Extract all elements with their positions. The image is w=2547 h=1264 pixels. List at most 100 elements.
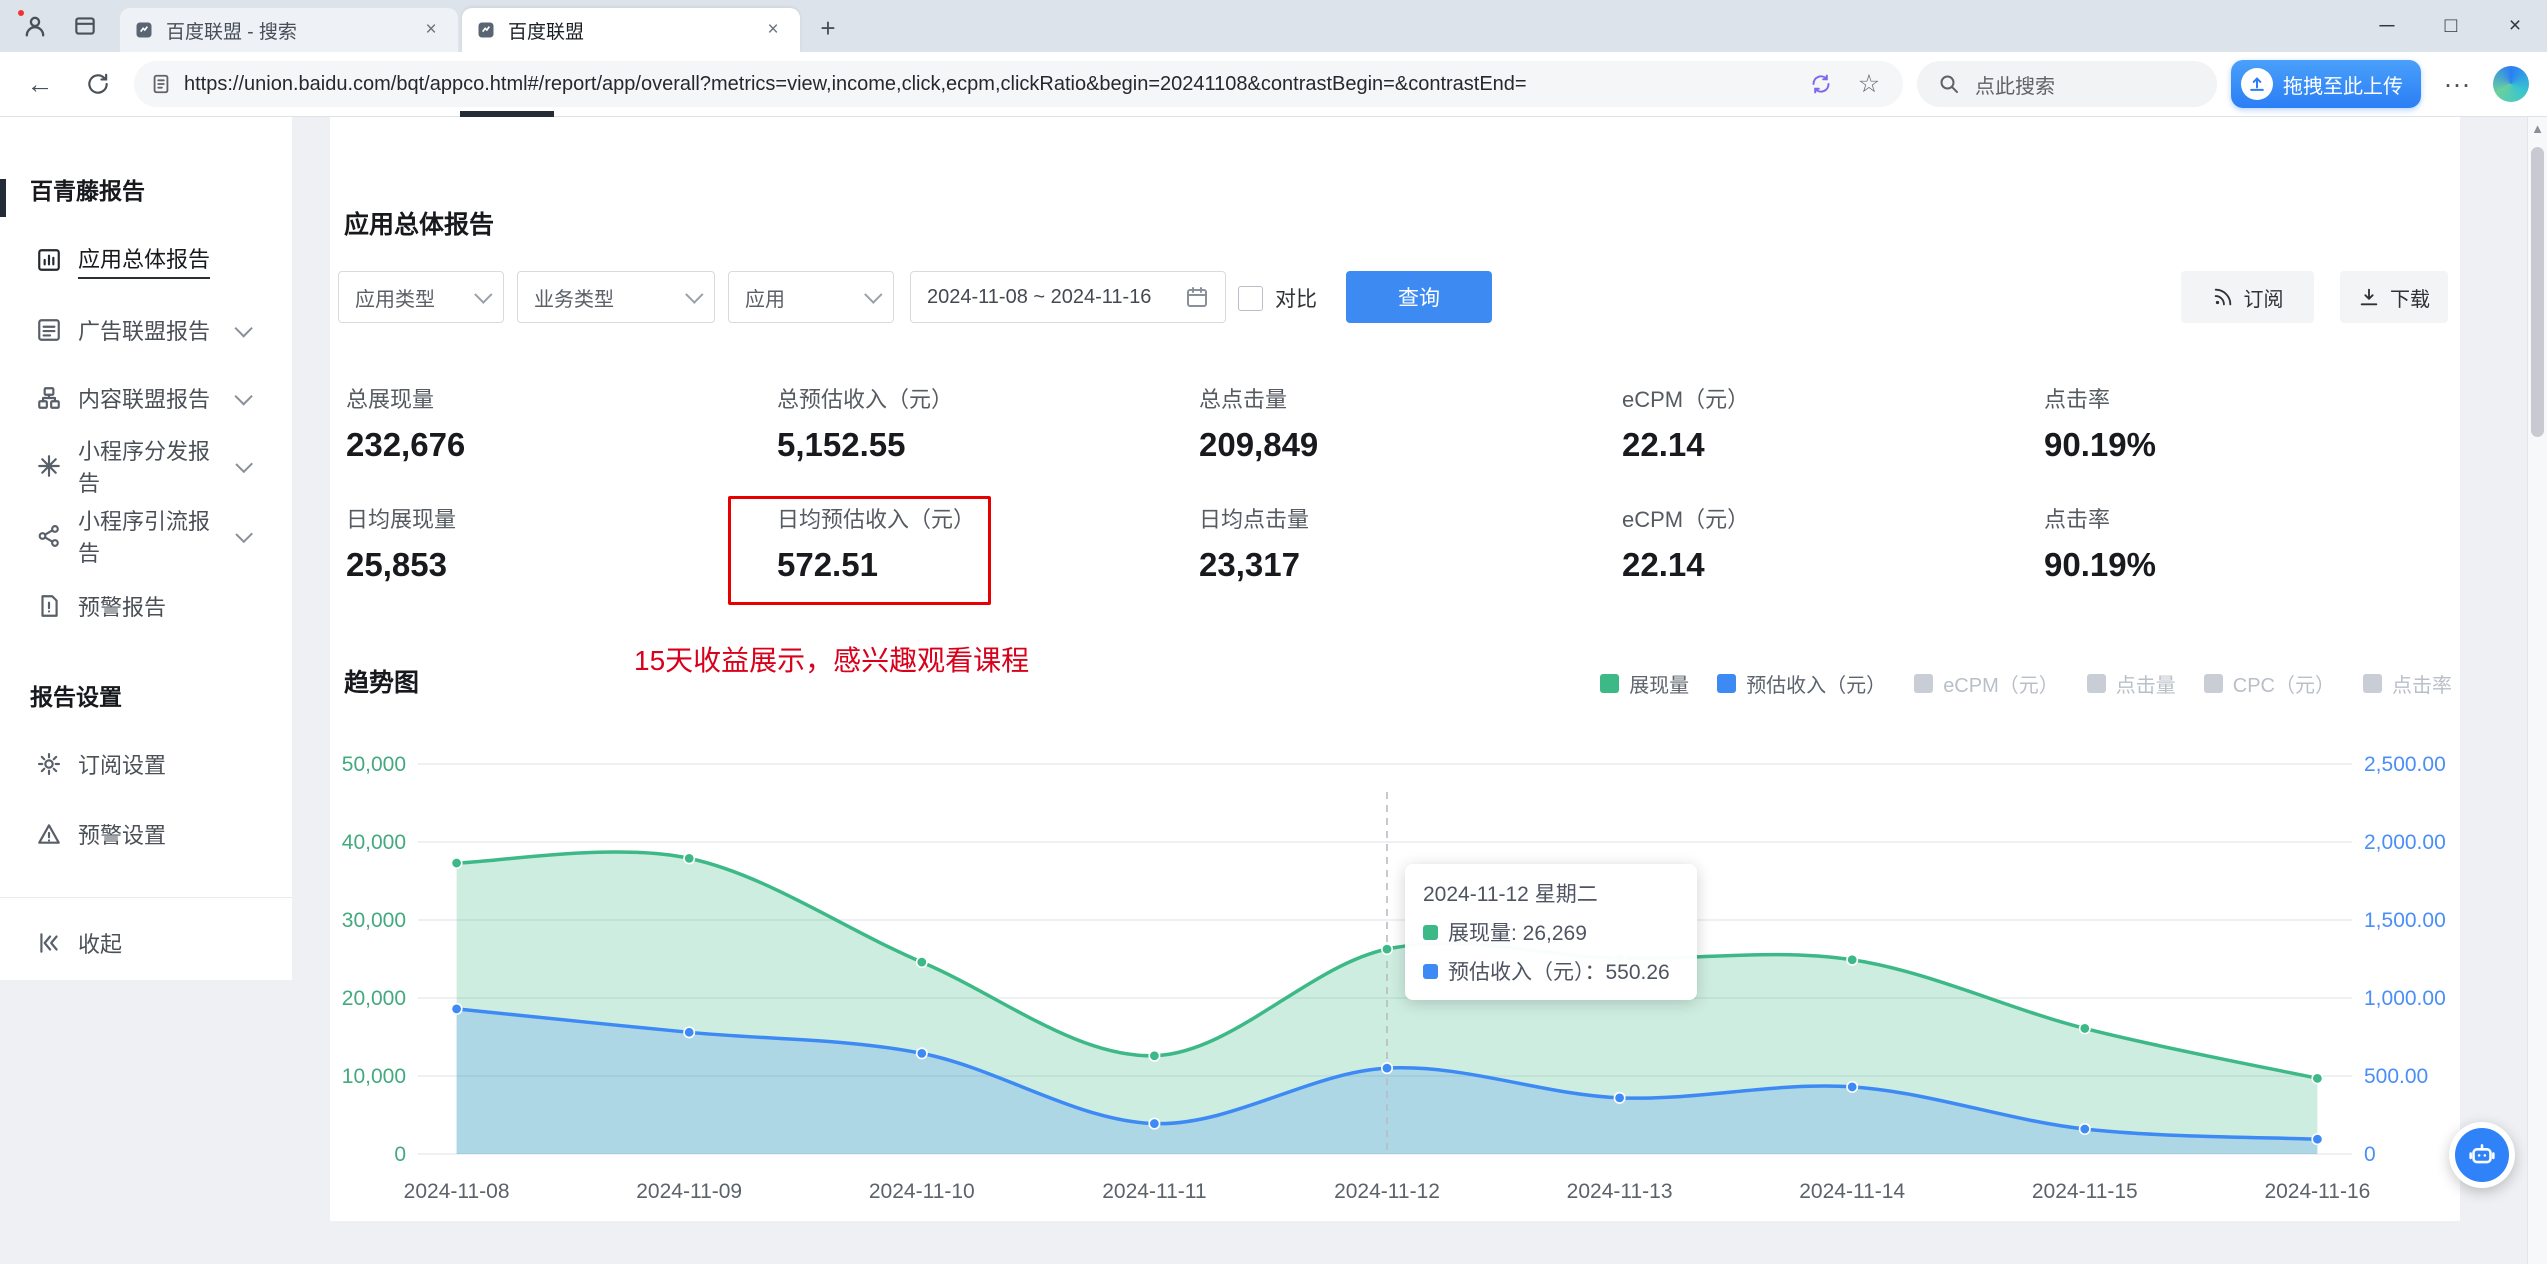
download-icon — [2360, 288, 2378, 306]
report-main-card: 应用总体报告 应用类型 业务类型 应用 2024-11-08 ~ 2024-11… — [330, 117, 2460, 1221]
tab-close-icon[interactable]: × — [418, 17, 444, 43]
legend-item-impressions[interactable]: 展现量 — [1600, 669, 1689, 698]
legend-item-cpc[interactable]: CPC（元） — [2203, 669, 2335, 698]
tooltip-marker — [1423, 924, 1438, 940]
chevron-down-icon — [234, 386, 253, 406]
stat-total-revenue: 总预估收入（元） 5,152.55 — [777, 387, 954, 463]
document-lines-icon — [38, 319, 60, 341]
tab-close-icon[interactable]: × — [760, 17, 786, 43]
browser-tab-bar: 百度联盟 - 搜索 × 百度联盟 × + ─ □ × — [0, 0, 2547, 52]
chart-tooltip: 2024-11-12 星期二 展现量: 26,269 预估收入（元）：550.2… — [1405, 864, 1697, 1000]
sidebar-item-app-overall-report[interactable]: 应用总体报告 — [0, 232, 292, 288]
tooltip-row-impressions: 展现量: 26,269 — [1423, 917, 1679, 947]
browser-tab-1[interactable]: 百度联盟 - 搜索 × — [120, 8, 458, 52]
profile-avatar-icon[interactable] — [16, 8, 52, 43]
maximize-button[interactable]: □ — [2419, 0, 2483, 52]
legend-swatch — [2203, 674, 2223, 693]
sidebar-item-alert-report[interactable]: 预警报告 — [0, 578, 292, 634]
tab-title: 百度联盟 - 搜索 — [166, 21, 297, 43]
svg-text:30,000: 30,000 — [342, 909, 406, 932]
trend-chart-title: 趋势图 — [344, 669, 420, 697]
svg-text:2,000.00: 2,000.00 — [2364, 831, 2446, 854]
chart-legend: 展现量 预估收入（元） eCPM（元） 点击量 CPC（元） 点击率 — [1600, 669, 2452, 698]
scrollbar-thumb[interactable] — [2531, 147, 2544, 437]
checkbox-unchecked[interactable] — [1238, 285, 1263, 311]
sidebar-item-content-union-report[interactable]: 内容联盟报告 — [0, 370, 292, 426]
legend-item-ecpm[interactable]: eCPM（元） — [1914, 669, 2059, 698]
legend-item-revenue[interactable]: 预估收入（元） — [1717, 669, 1886, 698]
svg-text:2024-11-13: 2024-11-13 — [1567, 1180, 1673, 1203]
refresh-button[interactable] — [76, 62, 120, 106]
svg-text:2024-11-10: 2024-11-10 — [869, 1180, 975, 1203]
upload-cloud-icon — [2241, 68, 2273, 100]
svg-text:2024-11-12: 2024-11-12 — [1334, 1180, 1440, 1203]
date-range-picker[interactable]: 2024-11-08 ~ 2024-11-16 — [910, 271, 1226, 323]
drag-upload-button[interactable]: 拖拽至此上传 — [2231, 60, 2421, 108]
search-box[interactable]: 点此搜索 — [1917, 61, 2217, 107]
app-type-select[interactable]: 应用类型 — [338, 271, 504, 323]
legend-item-clicks[interactable]: 点击量 — [2086, 669, 2176, 698]
more-menu-icon[interactable]: ··· — [2435, 62, 2479, 106]
scrollbar-up-arrow[interactable]: ▲ — [2528, 121, 2547, 136]
tooltip-date: 2024-11-12 星期二 — [1423, 883, 1598, 906]
back-button[interactable]: ← — [18, 62, 62, 106]
svg-text:20,000: 20,000 — [342, 987, 406, 1010]
svg-text:2024-11-14: 2024-11-14 — [1799, 1180, 1905, 1203]
gear-icon — [37, 752, 61, 776]
browser-tab-2-active[interactable]: 百度联盟 × — [462, 8, 800, 52]
sidebar-item-miniprogram-distribution-report[interactable]: 小程序分发报告 — [0, 438, 292, 496]
chevron-down-icon — [235, 454, 253, 473]
tab-actions-icon[interactable] — [68, 9, 102, 43]
date-range-value: 2024-11-08 ~ 2024-11-16 — [927, 285, 1152, 308]
subscribe-button[interactable]: 订阅 — [2181, 271, 2314, 323]
new-tab-button[interactable]: + — [808, 8, 848, 48]
sidebar: 百青藤报告 应用总体报告 广告联盟报告 内容联盟报告 小程序分发报告 小程序引流… — [0, 117, 292, 980]
chart-report-icon — [38, 249, 60, 271]
svg-text:40,000: 40,000 — [342, 831, 406, 854]
sidebar-item-miniprogram-referral-report[interactable]: 小程序引流报告 — [0, 508, 292, 566]
notification-dot — [16, 8, 26, 18]
copilot-icon[interactable] — [2493, 66, 2529, 102]
app-select[interactable]: 应用 — [728, 271, 894, 323]
trend-chart-svg[interactable]: 0 10,000 20,000 30,000 40,000 50,000 0 500.00 1,… — [330, 727, 2452, 1221]
svg-text:10,000: 10,000 — [342, 1065, 406, 1088]
url-field[interactable]: https://union.baidu.com/bqt/appco.html#/… — [134, 61, 1903, 107]
customer-service-widget[interactable] — [2449, 1122, 2515, 1188]
stat-daily-ecpm: eCPM（元） 22.14 — [1622, 507, 1750, 583]
legend-item-ctr[interactable]: 点击率 — [2363, 669, 2452, 698]
stat-total-clicks: 总点击量 209,849 — [1199, 387, 1319, 463]
download-button[interactable]: 下载 — [2340, 271, 2448, 323]
chevron-down-icon — [235, 524, 253, 543]
tooltip-marker — [1423, 963, 1438, 979]
sidebar-item-alert-settings[interactable]: 预警设置 — [0, 806, 292, 862]
sidebar-section-report-settings: 报告设置 — [30, 684, 122, 710]
sidebar-item-ad-union-report[interactable]: 广告联盟报告 — [0, 302, 292, 358]
legend-swatch — [1600, 674, 1620, 693]
svg-text:2024-11-08: 2024-11-08 — [404, 1180, 510, 1203]
sidebar-divider — [0, 897, 292, 898]
alert-document-icon — [41, 595, 58, 617]
site-info-icon[interactable] — [150, 73, 172, 95]
collapse-arrows-icon — [40, 933, 58, 953]
minimize-button[interactable]: ─ — [2355, 0, 2419, 52]
url-text[interactable]: https://union.baidu.com/bqt/appco.html#/… — [184, 73, 1791, 96]
business-type-select[interactable]: 业务类型 — [517, 271, 715, 323]
page-scrollbar[interactable]: ▲ — [2527, 117, 2547, 1264]
tab-favicon — [136, 22, 152, 38]
asterisk-icon — [38, 455, 60, 477]
stat-daily-clicks: 日均点击量 23,317 — [1199, 507, 1310, 583]
sidebar-section-baiqingteng: 百青藤报告 — [30, 178, 145, 204]
compare-checkbox[interactable]: 对比 — [1238, 283, 1317, 313]
favorite-star-icon[interactable]: ☆ — [1851, 66, 1887, 102]
stat-total-impressions: 总展现量 232,676 — [346, 387, 466, 463]
close-button[interactable]: × — [2483, 0, 2547, 52]
sync-icon[interactable] — [1803, 66, 1839, 102]
svg-text:1,000.00: 1,000.00 — [2364, 987, 2446, 1010]
query-button[interactable]: 查询 — [1346, 271, 1492, 323]
robot-icon — [2455, 1128, 2509, 1182]
sidebar-collapse-button[interactable]: 收起 — [0, 915, 292, 971]
sidebar-item-subscription-settings[interactable]: 订阅设置 — [0, 736, 292, 792]
warning-triangle-icon — [38, 824, 60, 844]
svg-text:1,500.00: 1,500.00 — [2364, 909, 2446, 932]
browser-address-bar: ← https://union.baidu.com/bqt/appco.html… — [0, 52, 2547, 117]
